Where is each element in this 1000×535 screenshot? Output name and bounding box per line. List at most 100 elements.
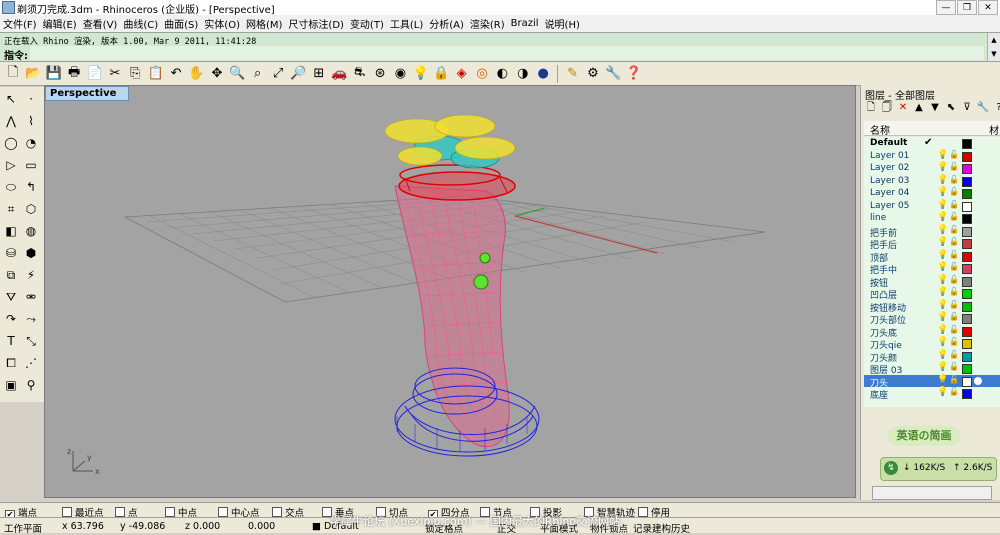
status-history[interactable]: 记录建构历史 [633, 521, 690, 535]
menu-view[interactable]: 查看(V) [80, 16, 121, 31]
layer-color-swatch[interactable] [962, 226, 972, 237]
layer-color-swatch[interactable] [962, 301, 972, 312]
select-icon[interactable]: ◉ [390, 64, 410, 84]
material-dot-icon[interactable] [974, 376, 982, 385]
layer-row[interactable]: 刀头颜 💡 🔓 [864, 350, 1000, 364]
point-icon[interactable]: · [22, 90, 40, 108]
layer-color-swatch[interactable] [962, 139, 972, 149]
lightbulb-icon[interactable]: 💡 [411, 64, 431, 84]
layer-color-swatch[interactable] [962, 189, 972, 199]
lock-toggle-icon[interactable]: 🔓 [949, 225, 959, 234]
column-name[interactable]: 名称 [870, 122, 890, 137]
fillet-curve-icon[interactable]: ↰ [22, 178, 40, 196]
lock-toggle-icon[interactable]: 🔓 [949, 162, 959, 171]
save-icon[interactable]: 💾 [44, 64, 64, 84]
car-icon[interactable]: 🚗 [329, 64, 349, 84]
layer-row[interactable]: Layer 05 💡 🔓 [864, 200, 1000, 213]
offset-icon[interactable]: ⤳ [22, 310, 40, 328]
array-icon[interactable]: ⋰ [22, 354, 40, 372]
visibility-bulb-icon[interactable]: 💡 [937, 312, 948, 322]
layer-color-swatch[interactable] [962, 151, 972, 162]
layer-color-swatch[interactable] [962, 289, 972, 299]
boolean-icon[interactable]: ⧉ [2, 266, 20, 284]
visibility-bulb-icon[interactable]: 💡 [937, 225, 948, 235]
layer-color-swatch[interactable] [962, 201, 972, 212]
visibility-bulb-icon[interactable]: 💡 [937, 212, 948, 222]
explode-icon[interactable]: ⚡ [22, 266, 40, 284]
select-arrow-icon[interactable]: ↖ [2, 90, 20, 108]
new-sublayer-icon[interactable]: 🗍 [880, 101, 894, 115]
box-icon[interactable]: ◧ [2, 222, 20, 240]
layer-color-swatch[interactable] [962, 239, 972, 249]
visibility-bulb-icon[interactable]: 💡 [937, 300, 948, 310]
layer-row[interactable]: 底座 💡 🔓 [864, 387, 1000, 401]
layer-color-swatch[interactable] [962, 314, 972, 324]
move-down-icon[interactable]: ▼ [928, 101, 942, 115]
pan-hand-icon[interactable]: ✋ [187, 64, 207, 84]
menu-file[interactable]: 文件(F) [0, 16, 40, 31]
layer-row[interactable]: 把手中 💡 🔓 [864, 262, 1000, 276]
paste-icon[interactable]: 📋 [146, 64, 166, 84]
visibility-bulb-icon[interactable]: 💡 [937, 337, 948, 347]
layer-row[interactable]: Layer 03 💡 🔓 [864, 175, 1000, 188]
layer-color-swatch[interactable] [962, 389, 972, 399]
print-icon[interactable]: 🖶 [64, 64, 84, 84]
layer-row[interactable]: 按钮移动 💡 🔓 [864, 300, 1000, 314]
visibility-bulb-icon[interactable]: 💡 [937, 175, 948, 185]
layer-row[interactable]: 刀头部位 💡 🔓 [864, 312, 1000, 326]
analyze-icon[interactable]: ⚲ [22, 376, 40, 394]
lock-toggle-icon[interactable]: 🔓 [949, 375, 959, 384]
curve-icon[interactable]: ⌇ [22, 112, 40, 130]
grid-icon[interactable]: ⊛ [370, 64, 390, 84]
column-material[interactable]: 材 [989, 122, 999, 137]
trim-icon[interactable]: ⛛ [2, 288, 20, 306]
loft-icon[interactable]: ⬡ [22, 200, 40, 218]
layer-row[interactable]: 刀头qie 💡 🔓 [864, 337, 1000, 351]
osnap-checkbox[interactable] [272, 507, 282, 517]
lock-toggle-icon[interactable]: 🔓 [949, 150, 959, 159]
visibility-bulb-icon[interactable]: 💡 [937, 162, 948, 172]
lock-toggle-icon[interactable]: 🔓 [949, 250, 959, 259]
pen-icon[interactable]: ✎ [563, 64, 583, 84]
layer-row[interactable]: 按钮 💡 🔓 [864, 275, 1000, 289]
layer-color-swatch[interactable] [962, 176, 972, 187]
menu-tools[interactable]: 工具(L) [387, 16, 426, 31]
lock-toggle-icon[interactable]: 🔓 [949, 262, 959, 271]
open-file-icon[interactable]: 📂 [23, 64, 43, 84]
layer-row[interactable]: 把手前 💡 🔓 [864, 225, 1000, 239]
menu-curve[interactable]: 曲线(C) [120, 16, 161, 31]
menu-help[interactable]: 说明(H) [542, 16, 583, 31]
lock-toggle-icon[interactable]: 🔓 [949, 287, 959, 296]
menu-dimension[interactable]: 尺寸标注(D) [285, 16, 347, 31]
menu-render[interactable]: 渲染(R) [467, 16, 508, 31]
lock-toggle-icon[interactable]: 🔓 [949, 362, 959, 371]
layer-color-swatch[interactable] [962, 164, 972, 174]
layer-color-swatch[interactable] [962, 339, 972, 349]
group-icon[interactable]: ⧠ [2, 354, 20, 372]
lock-toggle-icon[interactable]: 🔓 [949, 275, 959, 284]
lock-toggle-icon[interactable]: 🔓 [949, 187, 959, 196]
layer-row[interactable]: 图层 03 💡 🔓 [864, 362, 1000, 376]
fillet-icon[interactable]: ↷ [2, 310, 20, 328]
menu-solid[interactable]: 实体(O) [201, 16, 243, 31]
visibility-bulb-icon[interactable]: 💡 [937, 237, 948, 247]
menu-brazil[interactable]: Brazil [508, 18, 542, 29]
lock-toggle-icon[interactable]: 🔓 [949, 237, 959, 246]
solid-tools-icon[interactable]: ▣ [2, 376, 20, 394]
circle-icon[interactable]: ◯ [2, 134, 20, 152]
visibility-bulb-icon[interactable]: 💡 [937, 325, 948, 335]
layer-color-swatch[interactable] [962, 264, 972, 274]
layer-color-swatch[interactable] [962, 364, 972, 374]
layer-row[interactable]: Default ✔ [864, 137, 1000, 150]
lock-toggle-icon[interactable]: 🔓 [949, 200, 959, 209]
layer-color-swatch[interactable] [962, 276, 972, 287]
osnap-checkbox[interactable] [218, 507, 228, 517]
visibility-bulb-icon[interactable]: 💡 [937, 350, 948, 360]
layer-row[interactable]: Layer 04 💡 🔓 [864, 187, 1000, 200]
zoom-icon[interactable]: 🔍 [227, 64, 247, 84]
panel-horizontal-scrollbar[interactable] [872, 486, 992, 500]
command-input[interactable] [30, 46, 984, 60]
layer-color-swatch[interactable] [962, 214, 972, 224]
lock-toggle-icon[interactable]: 🔓 [949, 350, 959, 359]
ellipse-icon[interactable]: ⬭ [2, 178, 20, 196]
